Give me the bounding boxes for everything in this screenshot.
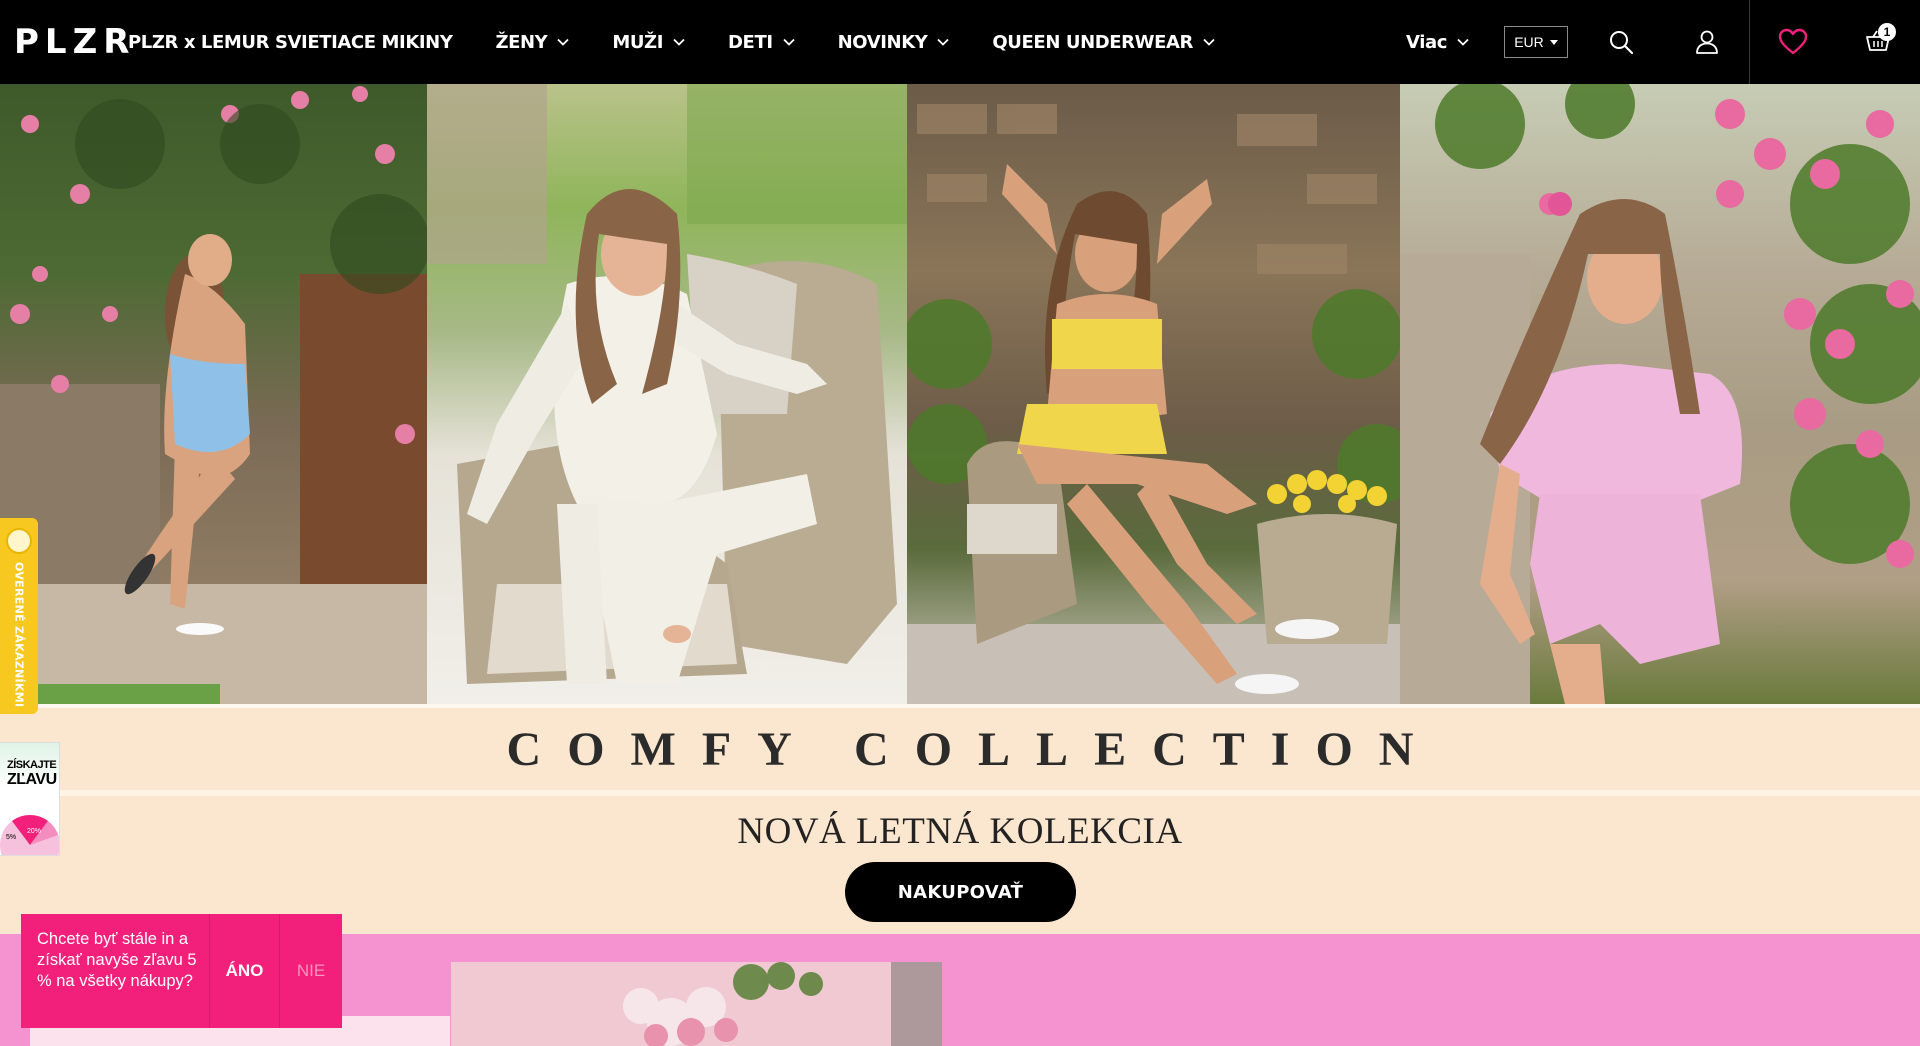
nav-item-plzr-lemur[interactable]: PLZR x LEMUR SVIETIACE MIKINY (128, 0, 453, 84)
decline-button[interactable]: NIE (279, 914, 342, 1028)
newsletter-prompt: Chcete byť stále in a získať navyše zľav… (21, 914, 342, 1028)
wheel-label: 5% (6, 834, 16, 841)
account-button[interactable] (1691, 26, 1723, 58)
cart-count-badge: 1 (1878, 23, 1896, 41)
nav-item-new[interactable]: NOVINKY (838, 0, 950, 84)
user-icon (1696, 30, 1718, 54)
collection-title: COMFY COLLECTION (506, 722, 1440, 776)
photo-scene (907, 104, 1400, 704)
flower-arrangement-photo[interactable] (451, 962, 942, 1046)
nav-item-queen-underwear[interactable]: QUEEN UNDERWEAR (992, 0, 1215, 84)
discount-wheel-widget[interactable]: ZÍSKAJTE ZĽAVU 5% 20% (0, 742, 60, 856)
chevron-down-icon (783, 38, 795, 46)
collection-banner: COMFY COLLECTION (0, 704, 1920, 790)
photo-scene (427, 84, 907, 684)
nav-item-kids[interactable]: DETI (728, 0, 795, 84)
fortune-wheel-icon: 5% 20% (0, 815, 59, 855)
header-divider (1749, 0, 1750, 84)
nav-more-menu[interactable]: Viac (1406, 0, 1469, 84)
main-navigation: PLZR x LEMUR SVIETIACE MIKINY ŽENY MUŽI … (128, 0, 1258, 84)
chevron-down-icon (1203, 38, 1215, 46)
nav-item-label: NOVINKY (837, 31, 928, 53)
search-icon (1610, 31, 1634, 55)
wheel-label: 20% (27, 828, 41, 835)
nav-item-men[interactable]: MUŽI (612, 0, 685, 84)
photo-scene (451, 962, 942, 1046)
pink-pajama-photo[interactable] (1400, 84, 1920, 704)
verified-tab-label: OVERENÉ ZÁKAZNÍKMI (12, 562, 26, 708)
nav-more-item[interactable]: Viac (1406, 0, 1469, 84)
top-navigation-bar: PLZR PLZR x LEMUR SVIETIACE MIKINY ŽENY … (0, 0, 1920, 84)
shop-now-button[interactable]: NAKUPOVAŤ (845, 862, 1076, 922)
heart-icon (1778, 28, 1808, 55)
caret-down-icon (1549, 39, 1558, 45)
photo-scene (0, 86, 427, 704)
nav-item-label: ŽENY (495, 31, 548, 53)
collection-subtitle: NOVÁ LETNÁ KOLEKCIA (737, 811, 1183, 852)
currency-selector[interactable]: EUR (1504, 26, 1568, 58)
chevron-down-icon (673, 38, 685, 46)
chevron-down-icon (1457, 38, 1469, 46)
currency-value: EUR (1514, 34, 1544, 50)
nav-item-label: PLZR x LEMUR SVIETIACE MIKINY (128, 31, 453, 53)
verified-reviews-tab[interactable]: OVERENÉ ZÁKAZNÍKMI (0, 518, 38, 714)
hero-banner[interactable] (0, 84, 1920, 704)
chevron-down-icon (557, 38, 569, 46)
white-loungewear-photo[interactable] (427, 84, 907, 704)
yellow-bikini-photo[interactable] (907, 84, 1400, 704)
cart-button[interactable]: 1 (1862, 23, 1896, 58)
chevron-down-icon (937, 38, 950, 46)
verified-badge-icon (6, 528, 32, 554)
site-logo[interactable]: PLZR (14, 0, 135, 84)
newsletter-message: Chcete byť stále in a získať navyše zľav… (37, 930, 197, 990)
discount-widget-line1: ZÍSKAJTE (7, 759, 57, 771)
discount-widget-line2: ZĽAVU (7, 771, 57, 788)
accept-button[interactable]: ÁNO (209, 914, 279, 1028)
nav-more-label: Viac (1406, 31, 1448, 53)
nav-item-women[interactable]: ŽENY (495, 0, 569, 84)
nav-item-label: QUEEN UNDERWEAR (992, 31, 1193, 53)
wishlist-button[interactable] (1777, 26, 1809, 58)
nav-item-label: DETI (728, 31, 773, 53)
photo-scene (1400, 84, 1920, 704)
floral-swimsuit-photo[interactable] (0, 84, 427, 704)
nav-item-label: MUŽI (612, 31, 664, 53)
search-button[interactable] (1605, 26, 1637, 58)
